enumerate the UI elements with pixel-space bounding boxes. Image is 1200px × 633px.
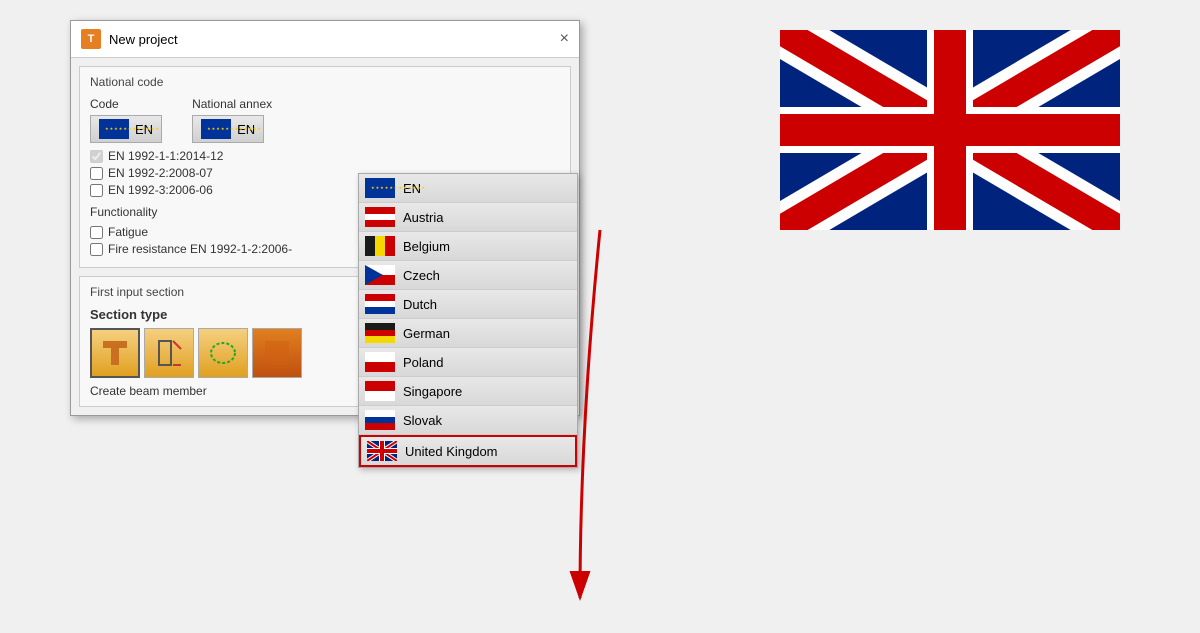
dutch-blue — [365, 307, 395, 314]
code-col: Code EN — [90, 97, 162, 143]
section-type-label: Section type — [90, 307, 167, 322]
dropdown-item-german[interactable]: German — [359, 319, 577, 348]
close-button[interactable]: × — [560, 31, 569, 47]
dropdown-item-slovak[interactable]: Slovak — [359, 406, 577, 435]
t-beam-icon — [99, 337, 131, 369]
dutch-flag-icon — [365, 294, 395, 314]
national-annex-flag-button[interactable]: EN — [192, 115, 264, 143]
dropdown-item-czech[interactable]: Czech — [359, 261, 577, 290]
dropdown-item-dutch[interactable]: Dutch — [359, 290, 577, 319]
national-annex-label: National annex — [192, 97, 272, 111]
slovak-red — [365, 423, 395, 430]
belgium-flag-icon — [365, 236, 395, 256]
dialog-titlebar: T New project × — [71, 21, 579, 58]
belgium-red — [385, 236, 395, 256]
national-annex-col: National annex EN — [192, 97, 272, 143]
dropdown-label-austria: Austria — [403, 210, 443, 225]
austria-flag-icon — [365, 207, 395, 227]
dropdown-item-poland[interactable]: Poland — [359, 348, 577, 377]
dropdown-label-german: German — [403, 326, 450, 341]
checkbox-en1992-1-1[interactable] — [90, 150, 103, 163]
german-red — [365, 330, 395, 337]
poland-flag-icon — [365, 352, 395, 372]
dropdown-label-belgium: Belgium — [403, 239, 450, 254]
german-flag-icon — [365, 323, 395, 343]
section-icon-rectangular[interactable] — [144, 328, 194, 378]
czech-flag-icon — [365, 265, 395, 285]
custom-section-icon — [261, 337, 293, 369]
german-gold — [365, 336, 395, 343]
dropdown-label-poland: Poland — [403, 355, 443, 370]
dutch-red — [365, 294, 395, 301]
belgium-yellow — [375, 236, 385, 256]
app-icon: T — [81, 29, 101, 49]
national-annex-row: EN — [192, 115, 272, 143]
code-label: Code — [90, 97, 162, 111]
code-flag-button[interactable]: EN — [90, 115, 162, 143]
checkbox-en1992-2[interactable] — [90, 167, 103, 180]
dropdown-label-dutch: Dutch — [403, 297, 437, 312]
dropdown-item-uk[interactable]: United Kingdom — [359, 435, 577, 467]
fire-resistance-label: Fire resistance EN 1992-1-2:2006- — [108, 242, 292, 256]
section-icon-t[interactable] — [90, 328, 140, 378]
singapore-red — [365, 381, 395, 391]
checkbox-label-2: EN 1992-2:2008-07 — [108, 166, 213, 180]
checkbox-fire-resistance[interactable] — [90, 243, 103, 256]
slovak-flag-icon — [365, 410, 395, 430]
national-annex-dropdown: EN Austria Belgium Czech Dutch G — [358, 173, 578, 468]
poland-red — [365, 362, 395, 372]
dialog-title: New project — [109, 32, 178, 47]
section-icon-custom[interactable] — [252, 328, 302, 378]
dropdown-item-en[interactable]: EN — [359, 174, 577, 203]
large-uk-flag — [780, 30, 1120, 230]
singapore-white — [365, 391, 395, 401]
arrow-path — [580, 230, 600, 598]
dutch-white — [365, 301, 395, 308]
dropdown-label-czech: Czech — [403, 268, 440, 283]
slovak-white — [365, 410, 395, 417]
singapore-flag-icon — [365, 381, 395, 401]
dropdown-item-austria[interactable]: Austria — [359, 203, 577, 232]
dropdown-label-slovak: Slovak — [403, 413, 442, 428]
eu-flag-small — [365, 178, 395, 198]
dropdown-item-belgium[interactable]: Belgium — [359, 232, 577, 261]
dropdown-label-uk: United Kingdom — [405, 444, 498, 459]
uk-flag-icon — [367, 441, 397, 461]
section-icon-circular[interactable] — [198, 328, 248, 378]
dropdown-item-singapore[interactable]: Singapore — [359, 377, 577, 406]
checkbox-label-3: EN 1992-3:2006-06 — [108, 183, 213, 197]
rectangular-beam-icon — [153, 337, 185, 369]
fatigue-label: Fatigue — [108, 225, 148, 239]
belgium-black — [365, 236, 375, 256]
eu-flag-icon — [99, 119, 129, 139]
checkbox-label-1: EN 1992-1-1:2014-12 — [108, 149, 223, 163]
national-code-title: National code — [90, 75, 560, 89]
large-uk-flag-svg — [780, 30, 1120, 230]
german-black — [365, 323, 395, 330]
checkbox-item-1: EN 1992-1-1:2014-12 — [90, 149, 560, 163]
code-row: Code EN National annex EN — [90, 97, 560, 143]
dropdown-label-singapore: Singapore — [403, 384, 462, 399]
slovak-blue — [365, 417, 395, 424]
circular-section-icon — [207, 337, 239, 369]
checkbox-fatigue[interactable] — [90, 226, 103, 239]
national-annex-eu-flag-icon — [201, 119, 231, 139]
dialog-title-left: T New project — [81, 29, 178, 49]
uk-flag-svg-small — [367, 441, 397, 461]
checkbox-en1992-3[interactable] — [90, 184, 103, 197]
poland-white — [365, 352, 395, 362]
